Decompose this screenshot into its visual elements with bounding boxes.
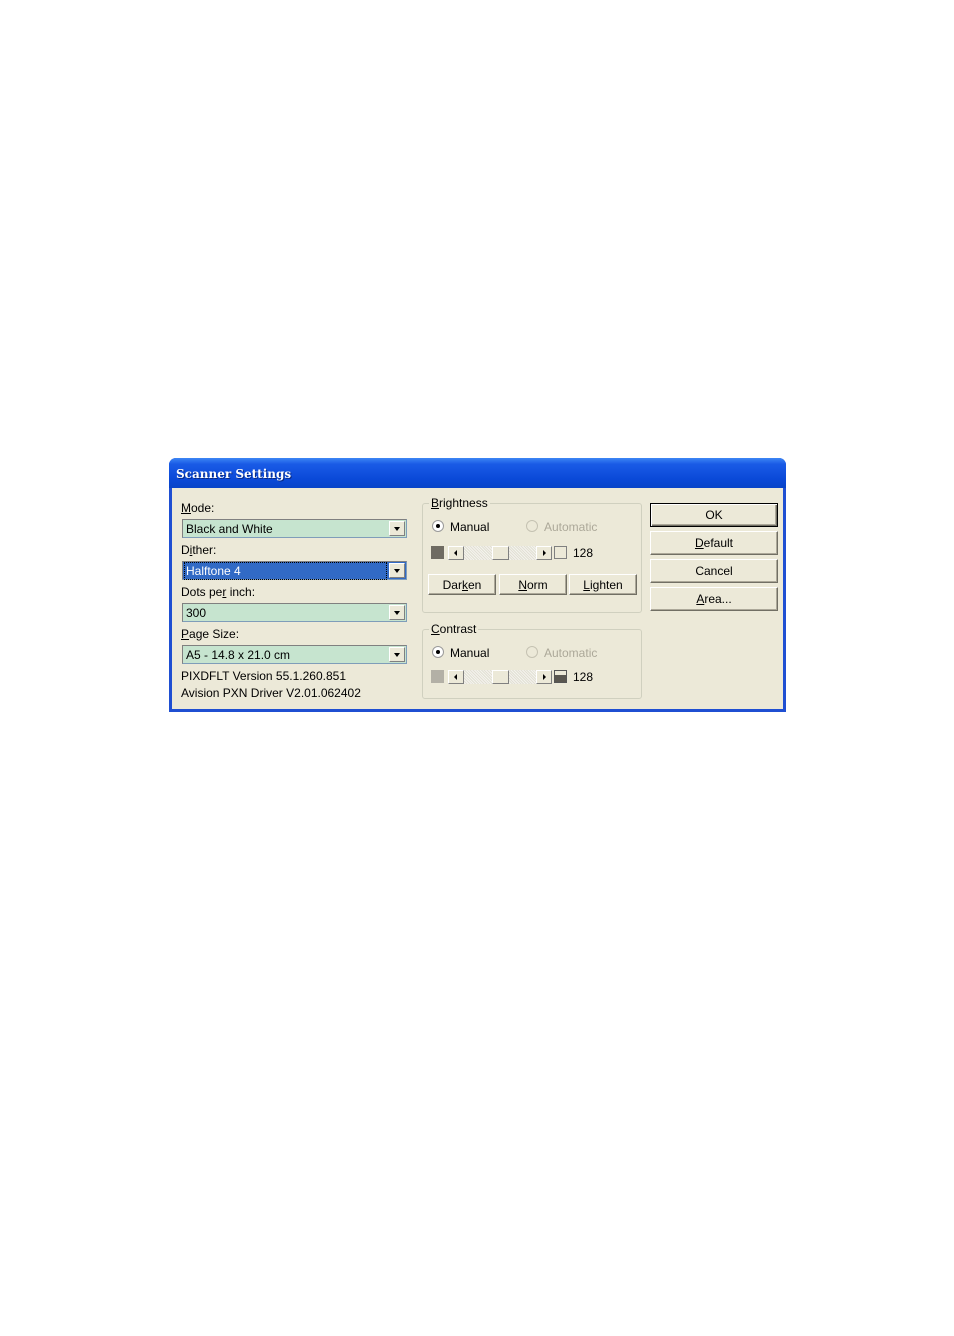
contrast-slider[interactable] <box>448 670 552 684</box>
light-swatch-icon <box>554 546 567 559</box>
mode-label-accel: M <box>181 501 191 515</box>
mode-value: Black and White <box>186 522 273 536</box>
brightness-label-accel: B <box>431 496 440 510</box>
brightness-group: Brightness Manual Automatic 128 Darken N… <box>422 496 642 613</box>
contrast-group-label: Contrast <box>429 622 479 636</box>
default-label-accel: D <box>694 536 704 550</box>
contrast-label-text: ontrast <box>439 622 477 636</box>
contrast-manual-label[interactable]: Manual <box>450 646 489 660</box>
scanner-settings-dialog: Scanner Settings Mode: Black and White D… <box>169 458 786 712</box>
low-contrast-swatch-icon <box>431 670 444 683</box>
page-size-label-accel: P <box>181 627 190 641</box>
darken-label-post: en <box>467 577 482 592</box>
dither-label-text: ther: <box>192 543 217 557</box>
default-label-post: efault <box>703 536 734 550</box>
contrast-label-accel: C <box>431 622 440 636</box>
dpi-value: 300 <box>186 606 207 620</box>
page-size-value: A5 - 14.8 x 21.0 cm <box>186 648 291 662</box>
brightness-label-text: rightness <box>439 496 488 510</box>
area-label-post: rea... <box>704 592 732 606</box>
contrast-value: 128 <box>573 670 594 684</box>
dither-select[interactable]: Halftone 4 <box>182 561 407 580</box>
mode-select[interactable]: Black and White <box>182 519 407 538</box>
brightness-slider-thumb[interactable] <box>492 546 509 560</box>
dpi-label-text: inch: <box>226 585 256 599</box>
page-size-label: Page Size: <box>181 627 239 641</box>
brightness-slider[interactable] <box>448 546 552 560</box>
dither-value: Halftone 4 <box>184 562 387 580</box>
norm-label-accel: N <box>518 577 527 592</box>
lighten-button[interactable]: Lighten <box>569 574 637 595</box>
chevron-down-icon[interactable] <box>389 521 405 536</box>
contrast-manual-radio[interactable] <box>432 646 444 658</box>
darken-button[interactable]: Darken <box>428 574 496 595</box>
lighten-label-post: ighten <box>589 577 623 592</box>
brightness-group-label: Brightness <box>429 496 490 510</box>
dpi-select[interactable]: 300 <box>182 603 407 622</box>
dialog-body: Mode: Black and White Dither: Halftone 4… <box>172 488 783 709</box>
cancel-label: Cancel <box>695 564 733 578</box>
brightness-value: 128 <box>573 546 594 560</box>
dither-label: Dither: <box>181 543 216 557</box>
window-title: Scanner Settings <box>176 467 292 481</box>
dpi-label: Dots per inch: <box>181 585 255 599</box>
scroll-left-arrow-icon[interactable] <box>448 670 464 684</box>
dpi-label-pre: Dots pe <box>181 585 223 599</box>
contrast-slider-thumb[interactable] <box>492 670 509 684</box>
mode-label-text: ode: <box>191 501 215 515</box>
chevron-down-icon[interactable] <box>389 563 405 578</box>
cancel-button[interactable]: Cancel <box>650 559 778 583</box>
dark-swatch-icon <box>431 546 444 559</box>
scroll-left-arrow-icon[interactable] <box>448 546 464 560</box>
contrast-group: Contrast Manual Automatic 128 <box>422 622 642 699</box>
lighten-label-accel: L <box>583 577 590 592</box>
scroll-right-arrow-icon[interactable] <box>536 670 552 684</box>
title-bar[interactable]: Scanner Settings <box>169 458 786 488</box>
page-size-select[interactable]: A5 - 14.8 x 21.0 cm <box>182 645 407 664</box>
norm-label-post: orm <box>527 577 548 592</box>
mode-label: Mode: <box>181 501 214 515</box>
dither-label-pre: D <box>181 543 190 557</box>
contrast-automatic-radio[interactable] <box>526 646 538 658</box>
ok-label: OK <box>705 508 723 522</box>
high-contrast-swatch-icon <box>554 670 567 683</box>
chevron-down-icon[interactable] <box>389 605 405 620</box>
page-size-label-text: age Size: <box>189 627 240 641</box>
chevron-down-icon[interactable] <box>389 647 405 662</box>
default-button[interactable]: Default <box>650 531 778 555</box>
driver-text: Avision PXN Driver V2.01.062402 <box>181 686 361 700</box>
brightness-manual-label[interactable]: Manual <box>450 520 489 534</box>
contrast-automatic-label[interactable]: Automatic <box>544 646 597 660</box>
brightness-automatic-label[interactable]: Automatic <box>544 520 597 534</box>
ok-button[interactable]: OK <box>650 503 778 527</box>
norm-button[interactable]: Norm <box>499 574 567 595</box>
scroll-right-arrow-icon[interactable] <box>536 546 552 560</box>
area-button[interactable]: Area... <box>650 587 778 611</box>
darken-label-pre: Dar <box>442 577 462 592</box>
brightness-automatic-radio[interactable] <box>526 520 538 532</box>
brightness-manual-radio[interactable] <box>432 520 444 532</box>
version-text: PIXDFLT Version 55.1.260.851 <box>181 669 346 683</box>
